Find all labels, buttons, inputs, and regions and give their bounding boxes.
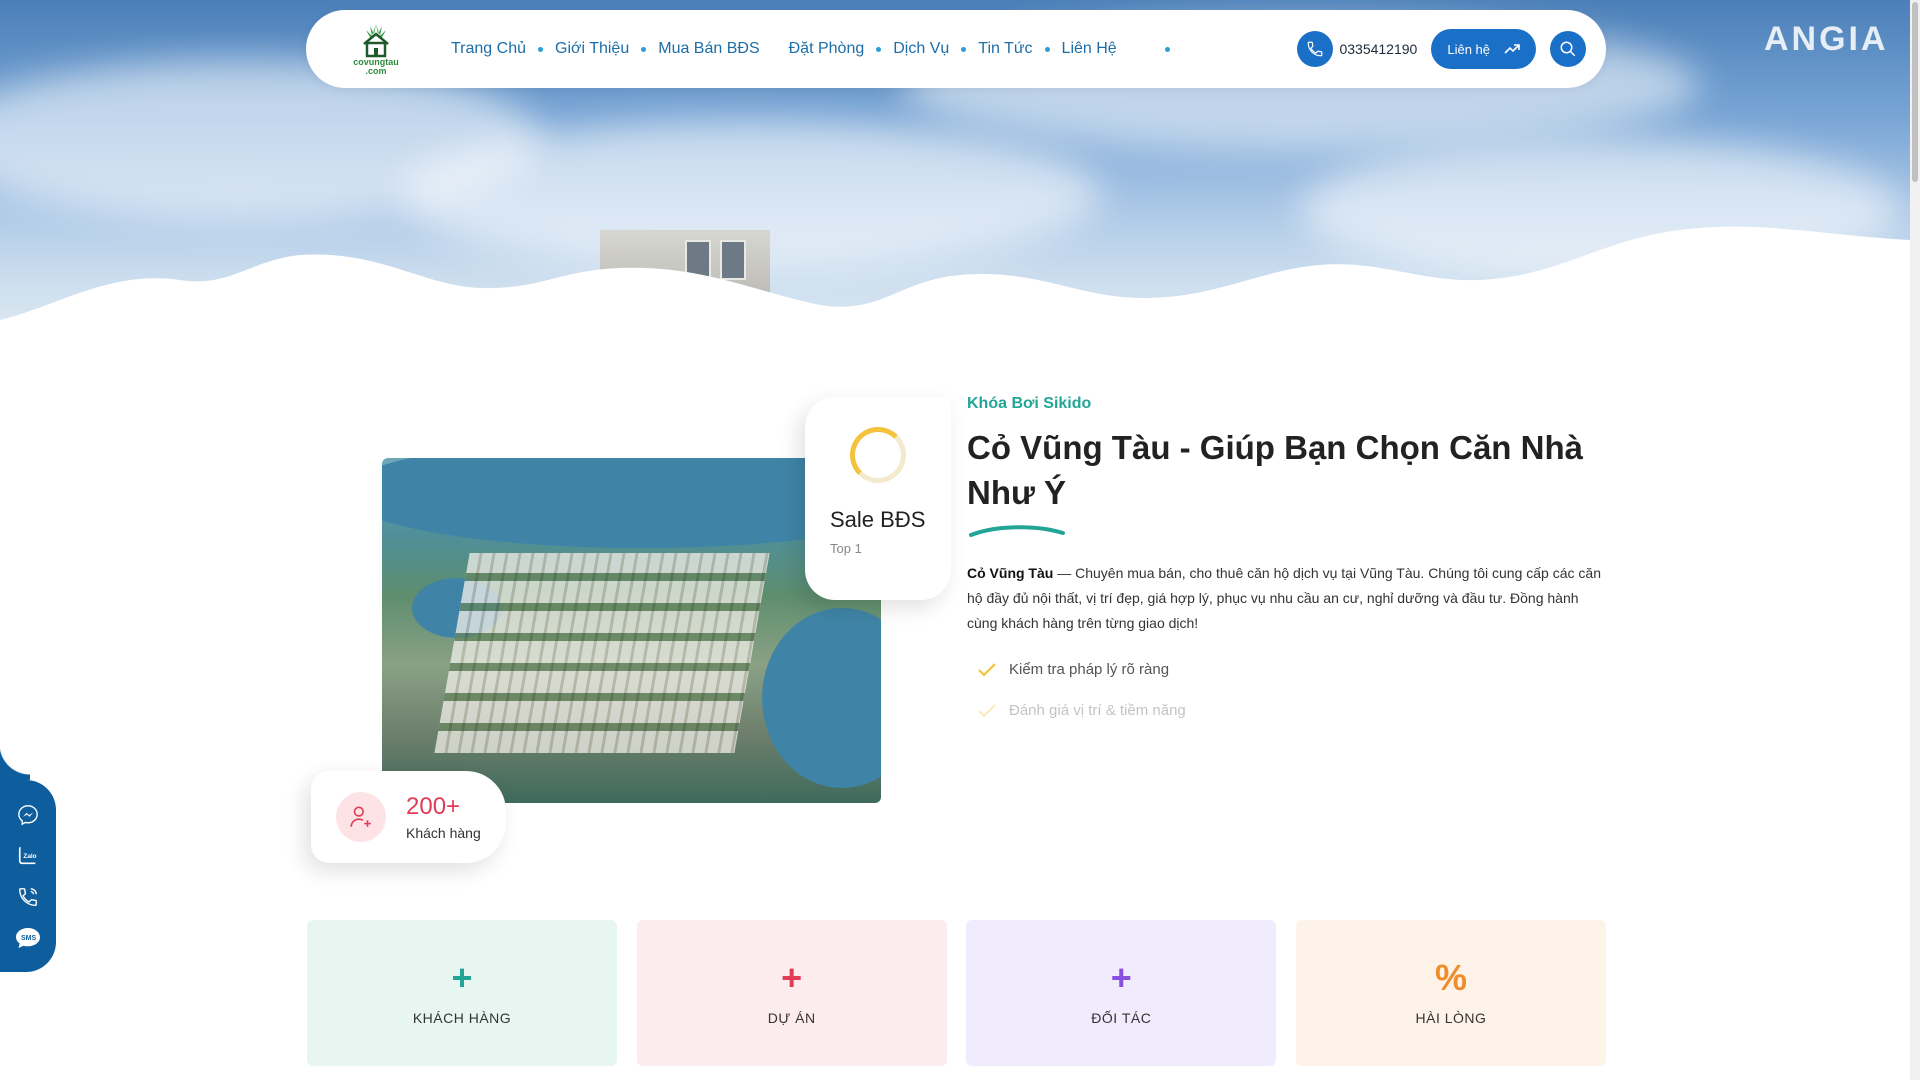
sale-card: Sale BĐS Top 1: [805, 397, 951, 600]
customer-count-card: 200+ Khách hàng: [311, 771, 506, 863]
zalo-button[interactable]: Zalo: [12, 840, 44, 872]
stat-label: KHÁCH HÀNG: [412, 1010, 512, 1026]
svg-text:Zalo: Zalo: [23, 852, 36, 859]
svg-text:SMS: SMS: [21, 935, 37, 942]
feature-item: Kiểm tra pháp lý rõ ràng: [967, 661, 1607, 678]
nav-dot: [1044, 46, 1050, 52]
phone-number: 0335412190: [1339, 41, 1418, 57]
nav-dot: [876, 46, 882, 52]
nav-item-news[interactable]: Tin Tức: [978, 40, 1061, 58]
sale-card-subtitle: Top 1: [830, 541, 862, 556]
check-icon: [978, 703, 996, 718]
nav-dot: [538, 46, 543, 52]
sms-button[interactable]: SMS: [12, 922, 44, 954]
messenger-button[interactable]: [12, 799, 44, 831]
logo-suffix: .com: [365, 66, 387, 76]
customer-count: 200+: [406, 793, 461, 820]
floating-contact-bar: Zalo SMS: [0, 744, 56, 972]
trend-arrow-icon: [1504, 44, 1520, 54]
sms-icon: SMS: [16, 927, 40, 948]
hero-brand-logo: ANGIA: [1764, 20, 1889, 58]
scrollbar-thumb[interactable]: [1912, 2, 1918, 182]
nav-dot: [1164, 46, 1170, 52]
search-icon: [1560, 41, 1576, 57]
stat-symbol: +: [781, 957, 803, 998]
messenger-icon: [18, 804, 38, 825]
phone-call-button[interactable]: 0335412190: [1297, 31, 1417, 67]
house-grass-logo-icon: [363, 24, 389, 58]
nav-item-real-estate[interactable]: Mua Bán BĐS: [658, 40, 788, 58]
nav-item-booking[interactable]: Đặt Phòng: [789, 40, 894, 58]
check-icon: [978, 662, 996, 677]
customer-label: Khách hàng: [406, 825, 481, 841]
stat-label: ĐỐI TÁC: [1091, 1010, 1152, 1026]
nav-dot: [961, 46, 967, 52]
search-button[interactable]: [1550, 31, 1586, 67]
about-content: Khóa Bơi Sikido Cỏ Vũng Tàu - Giúp Bạn C…: [967, 395, 1607, 743]
headline-underline: [969, 525, 1065, 537]
nav-item-contact[interactable]: Liên Hệ: [1062, 40, 1117, 58]
navbar: covungtau .com Trang Chủ Giới Thiệu Mua …: [306, 10, 1606, 88]
stat-projects: + DỰ ÁN: [636, 920, 947, 1066]
phone-icon: [1297, 31, 1334, 67]
section-description: Cỏ Vũng Tàu — Chuyên mua bán, cho thuê c…: [967, 565, 1601, 631]
nav-menu: Trang Chủ Giới Thiệu Mua Bán BĐS Đặt Phò…: [451, 40, 1170, 58]
loading-spinner-icon: [850, 427, 906, 483]
site-logo[interactable]: covungtau .com: [346, 19, 406, 79]
zalo-icon: Zalo: [18, 846, 37, 864]
feature-item: Đánh giá vị trí & tiềm năng: [967, 702, 1607, 719]
user-add-icon: [336, 792, 386, 842]
nav-item-home[interactable]: Trang Chủ: [451, 40, 555, 58]
nav-dot: [641, 46, 647, 52]
stat-symbol: +: [451, 957, 473, 998]
section-eyebrow: Khóa Bơi Sikido: [967, 395, 1092, 412]
stat-symbol: %: [1434, 957, 1467, 998]
nav-actions: 0335412190 Liên hệ: [1297, 29, 1586, 69]
page-scrollbar[interactable]: [1910, 0, 1920, 1080]
stat-symbol: +: [1110, 957, 1132, 998]
hero-wave: [0, 226, 1910, 340]
phone-icon: [19, 887, 37, 906]
nav-item-services[interactable]: Dịch Vụ: [893, 40, 978, 58]
section-headline: Cỏ Vũng Tàu - Giúp Bạn Chọn Căn Nhà Như …: [967, 429, 1583, 511]
stat-customers: + KHÁCH HÀNG: [307, 920, 617, 1066]
stat-satisfaction: % HÀI LÒNG: [1295, 920, 1606, 1066]
feature-list: Kiểm tra pháp lý rõ ràng Đánh giá vị trí…: [967, 661, 1607, 719]
nav-item-about[interactable]: Giới Thiệu: [555, 40, 658, 58]
stat-partners: + ĐỐI TÁC: [966, 920, 1277, 1066]
stat-label: DỰ ÁN: [767, 1010, 816, 1026]
stat-label: HÀI LÒNG: [1415, 1010, 1487, 1026]
phone-button[interactable]: [12, 881, 44, 913]
sale-card-title: Sale BĐS: [830, 507, 926, 532]
contact-button[interactable]: Liên hệ: [1431, 29, 1536, 69]
stats-row: + KHÁCH HÀNG + DỰ ÁN + ĐỐI TÁC % HÀI LÒN…: [307, 920, 1606, 1066]
